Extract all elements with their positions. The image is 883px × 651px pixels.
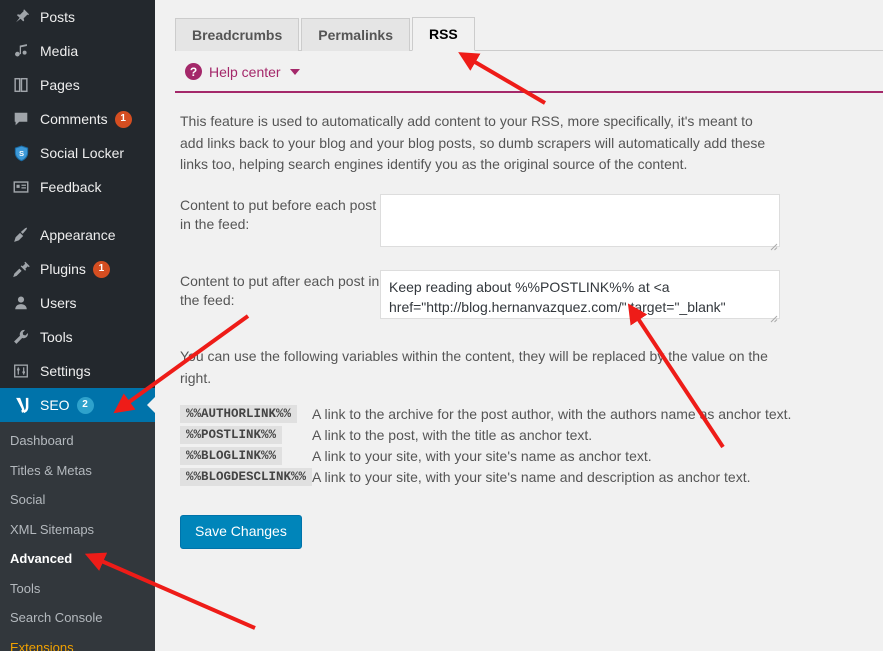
help-center-toggle[interactable]: ? Help center [185,63,883,80]
yoast-icon [10,395,32,415]
question-mark-icon: ? [185,63,202,80]
sliders-icon [10,361,32,381]
table-row: %%BLOGLINK%% A link to your site, with y… [180,445,791,466]
sidebar-item-plugins[interactable]: Plugins 1 [0,252,155,286]
media-icon [10,41,32,61]
sidebar-item-feedback[interactable]: Feedback [0,170,155,204]
variable-description-cell: A link to the archive for the post autho… [312,405,792,422]
tab-breadcrumbs[interactable]: Breadcrumbs [175,18,300,51]
table-row: %%AUTHORLINK%% A link to the archive for… [180,403,791,424]
sidebar-separator [0,204,155,218]
submenu-item-titles-metas[interactable]: Titles & Metas [0,456,155,486]
variable-name-cell: %%BLOGDESCLINK%% [180,466,313,487]
sidebar-item-users[interactable]: Users [0,286,155,320]
variable-code: %%AUTHORLINK%% [180,405,298,424]
sidebar-item-appearance[interactable]: Appearance [0,218,155,252]
plugins-count-badge: 1 [92,260,110,278]
field-row-after-post: Content to put after each post in the fe… [180,270,883,324]
sidebar-item-label: Settings [40,363,91,379]
sidebar-item-label: Appearance [40,227,116,243]
submenu-item-extensions[interactable]: Extensions [0,633,155,651]
help-center-divider [175,91,883,93]
sidebar-item-comments[interactable]: Comments 1 [0,102,155,136]
variables-note: You can use the following variables with… [180,348,768,386]
shield-icon: S [10,143,32,163]
chevron-down-icon [289,68,300,75]
content-after-post-textarea[interactable] [380,270,780,320]
textarea-wrapper-after-post [380,270,780,324]
sidebar-item-label: Plugins [40,261,86,277]
admin-sidebar: Posts Media Pages Comments 1 S Social Lo… [0,0,155,651]
sidebar-item-settings[interactable]: Settings [0,354,155,388]
variable-name-cell: %%POSTLINK%% [180,424,312,445]
rss-intro-text: This feature is used to automatically ad… [180,113,766,173]
sidebar-item-label: Social Locker [40,145,125,161]
svg-text:S: S [18,148,23,157]
submenu-item-tools[interactable]: Tools [0,574,155,604]
table-row: %%BLOGDESCLINK%% A link to your site, wi… [180,466,791,487]
variables-table: %%AUTHORLINK%% A link to the archive for… [180,403,791,487]
sidebar-item-media[interactable]: Media [0,34,155,68]
submenu-item-xml-sitemaps[interactable]: XML Sitemaps [0,515,155,545]
sidebar-item-label: Comments [40,111,108,127]
sidebar-item-label: Users [40,295,77,311]
submenu-item-dashboard[interactable]: Dashboard [0,426,155,456]
sidebar-item-label: Media [40,43,79,59]
seo-submenu: Dashboard Titles & Metas Social XML Site… [0,422,155,651]
sidebar-item-label: Tools [40,329,73,345]
sidebar-item-tools[interactable]: Tools [0,320,155,354]
settings-tabs: Breadcrumbs Permalinks RSS [175,17,883,51]
plug-icon [10,259,32,279]
sidebar-item-label: Posts [40,9,76,25]
comments-count-badge: 1 [114,110,132,128]
variable-description-cell: A link to your site, with your site's na… [312,468,751,485]
content-before-post-textarea[interactable] [380,194,780,248]
sidebar-item-seo[interactable]: SEO 2 [0,388,155,422]
wordpress-admin-screen: Posts Media Pages Comments 1 S Social Lo… [0,0,883,651]
field-row-before-post: Content to put before each post in the f… [180,194,883,252]
variable-code: %%BLOGDESCLINK%% [180,468,313,487]
tab-rss[interactable]: RSS [411,17,475,51]
field-label-before-post: Content to put before each post in the f… [180,197,377,232]
user-icon [10,293,32,313]
variable-code: %%POSTLINK%% [180,426,283,445]
brush-icon [10,225,32,245]
seo-count-badge: 2 [76,396,94,414]
sidebar-item-label: Pages [40,77,80,93]
table-row: %%POSTLINK%% A link to the post, with th… [180,424,791,445]
sidebar-item-social-locker[interactable]: S Social Locker [0,136,155,170]
sidebar-item-label: Feedback [40,179,102,195]
sidebar-item-posts[interactable]: Posts [0,0,155,34]
variable-name-cell: %%BLOGLINK%% [180,445,312,466]
feedback-icon [10,177,32,197]
comment-icon [10,109,32,129]
variable-description-cell: A link to your site, with your site's na… [312,447,652,464]
variable-description-cell: A link to the post, with the title as an… [312,426,593,443]
variable-code: %%BLOGLINK%% [180,447,283,466]
field-label-after-post: Content to put after each post in the fe… [180,273,380,308]
pages-icon [10,75,32,95]
main-content: Breadcrumbs Permalinks RSS ? Help center… [155,0,883,651]
wrench-icon [10,327,32,347]
sidebar-item-pages[interactable]: Pages [0,68,155,102]
variable-name-cell: %%AUTHORLINK%% [180,403,312,424]
textarea-wrapper-before-post [380,194,780,252]
tab-permalinks[interactable]: Permalinks [301,18,410,51]
help-center-label: Help center [209,63,281,80]
sidebar-item-label: SEO [40,397,70,413]
submenu-item-advanced[interactable]: Advanced [0,544,155,574]
submenu-item-social[interactable]: Social [0,485,155,515]
submenu-item-search-console[interactable]: Search Console [0,603,155,633]
pin-icon [10,7,32,27]
save-changes-button[interactable]: Save Changes [180,515,302,549]
